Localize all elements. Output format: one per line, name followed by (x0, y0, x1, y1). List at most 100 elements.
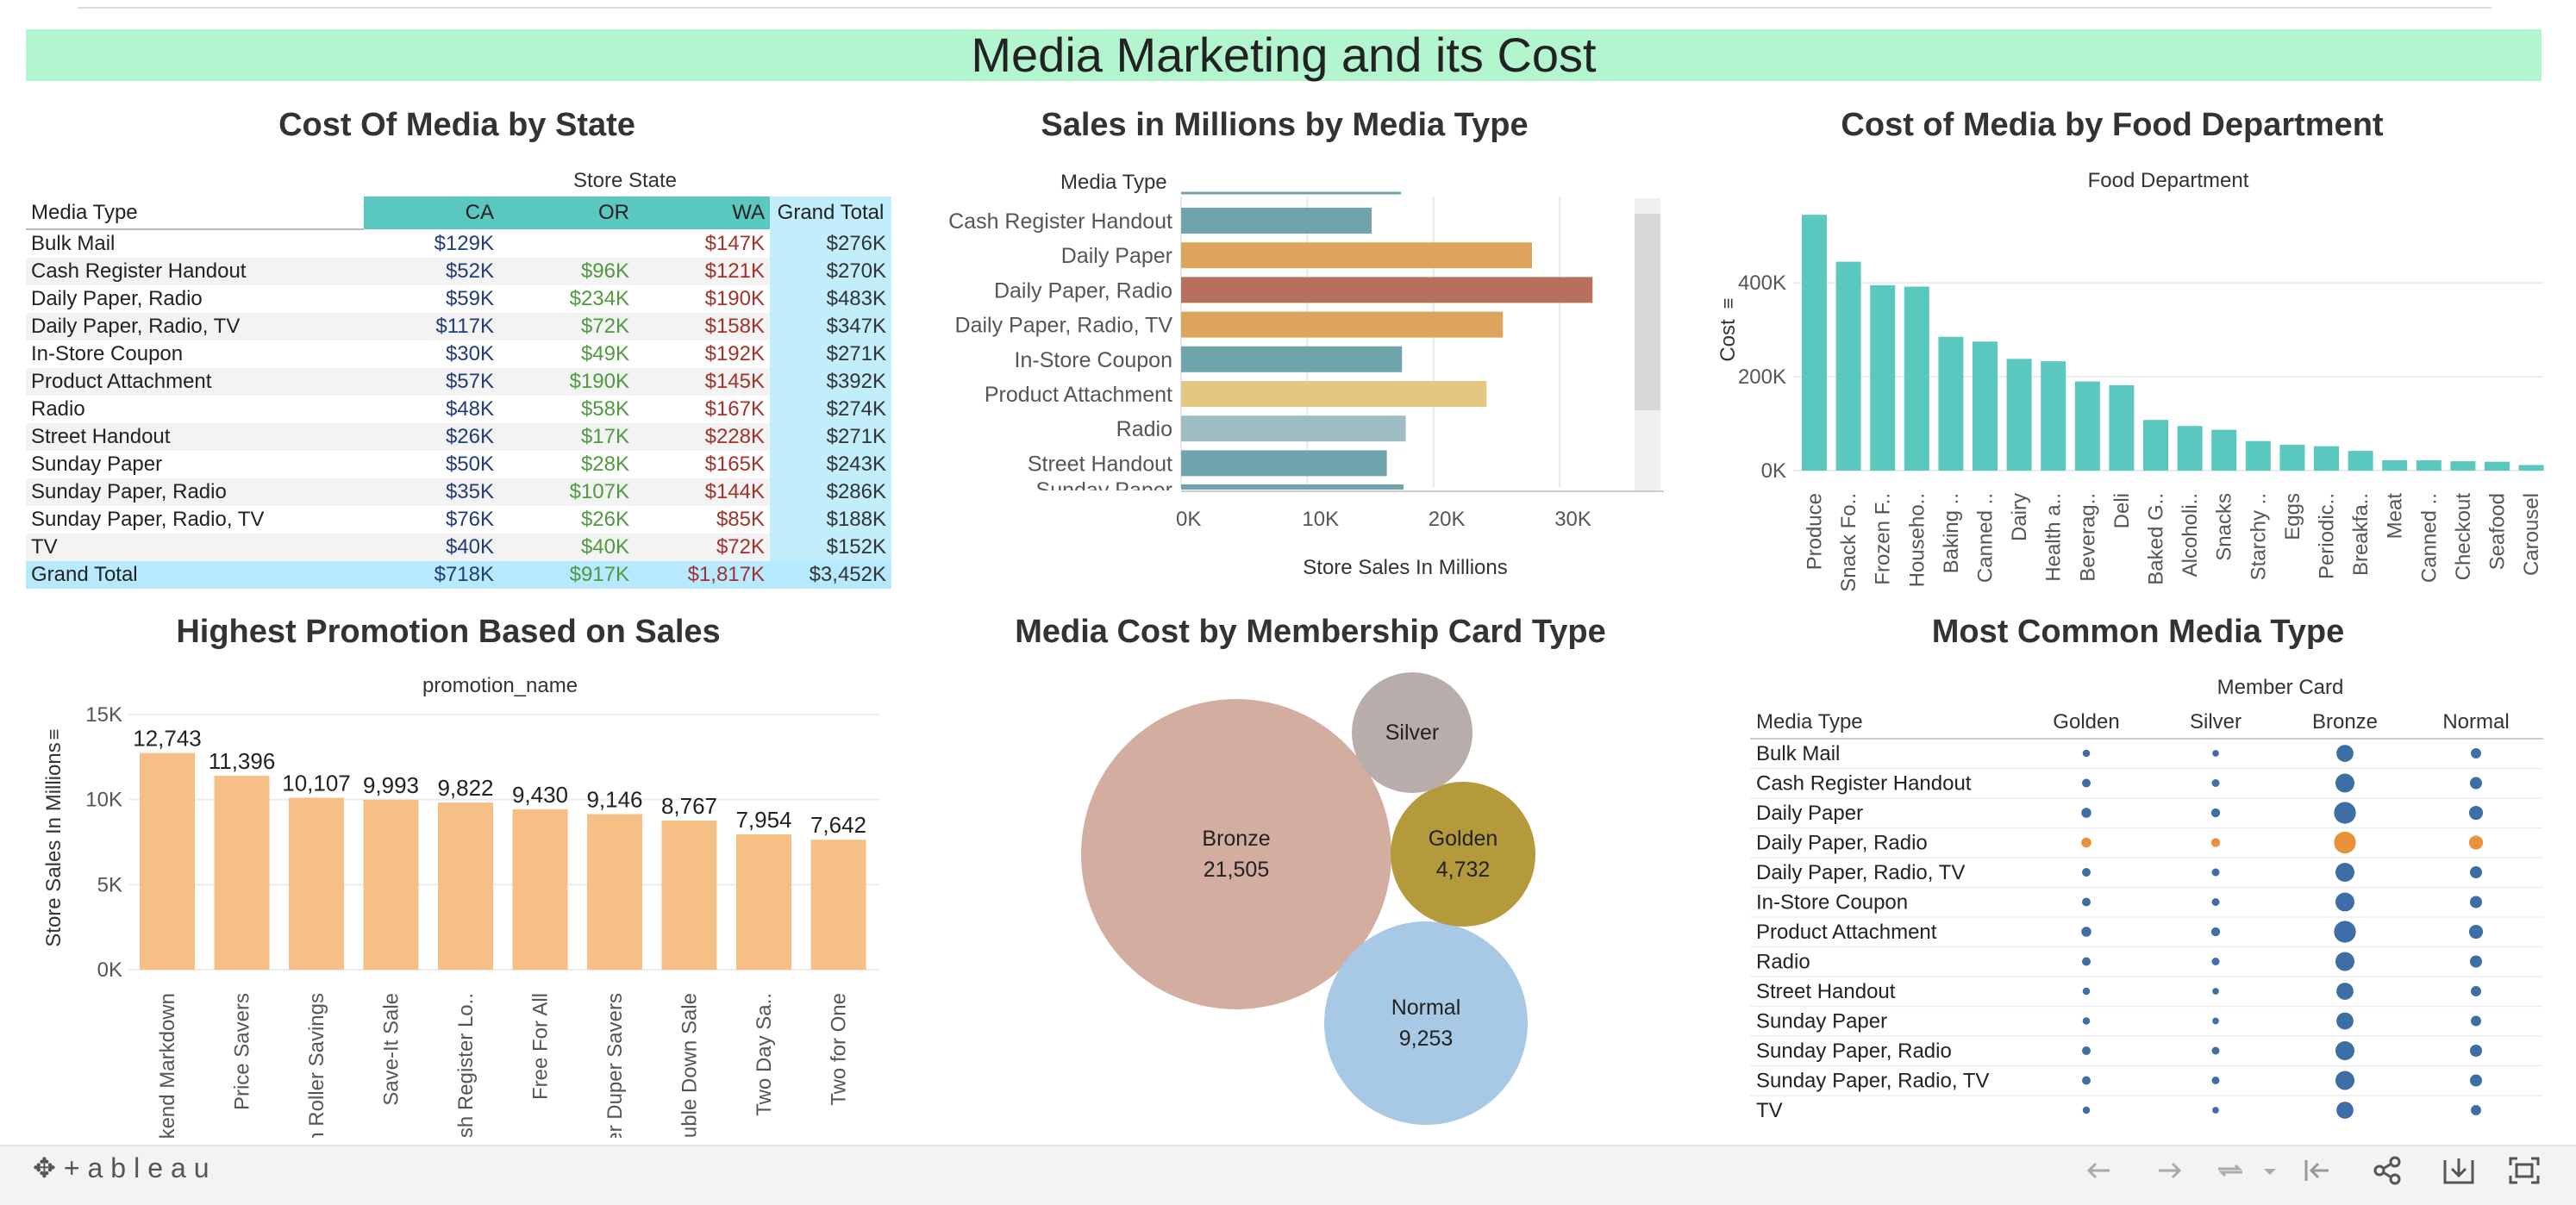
crosstab-cell: $121K (704, 259, 765, 283)
food-dept-title: Cost of Media by Food Department (1841, 107, 2384, 143)
crosstab-row-label: Radio (31, 397, 85, 421)
category-label: Price Savers (231, 993, 254, 1110)
bar (214, 776, 270, 970)
row-label: Product Attachment (1756, 921, 1937, 944)
bar (512, 809, 568, 970)
bar (2382, 460, 2408, 471)
crosstab-row-label: Street Handout (31, 425, 171, 448)
dot-mark (2335, 1041, 2354, 1060)
sales-media-title: Sales in Millions by Media Type (1041, 107, 1529, 143)
crosstab-cell: $28K (580, 453, 629, 476)
crosstab-cell: $145K (704, 370, 765, 393)
bar (587, 814, 642, 970)
crosstab-row[interactable]: Product Attachment $57K $190K $145K $392K (26, 368, 891, 396)
row-label: Street Handout (1756, 980, 1896, 1003)
download-icon[interactable] (2440, 1153, 2478, 1188)
data-label: 9,822 (437, 775, 493, 801)
share-icon[interactable] (2369, 1153, 2407, 1188)
undo-icon[interactable] (2080, 1153, 2118, 1188)
dot-mark (2471, 1105, 2481, 1115)
tableau-toolbar (0, 1145, 2576, 1205)
tableau-logo[interactable]: ✥+ableau (33, 1152, 217, 1184)
bar (2041, 361, 2066, 471)
common-media-chart: Media Type Golden Silver Bronze Normal Bulk M… (1750, 710, 2543, 1122)
crosstab-row[interactable]: Bulk Mail $129K $147K $276K (26, 229, 891, 258)
crosstab-row[interactable]: TV $40K $40K $72K $152K (26, 534, 891, 561)
crosstab-row[interactable]: Sunday Paper, Radio, TV $76K $26K $85K $188K (26, 506, 891, 534)
crosstab-cell: $26K (580, 508, 629, 531)
revert-dropdown-icon[interactable] (2259, 1153, 2281, 1188)
bar (2211, 429, 2237, 471)
bar (1181, 208, 1372, 234)
crosstab-col-or: OR (499, 197, 635, 229)
bar (1181, 277, 1593, 303)
crosstab-row[interactable]: Street Handout $26K $17K $228K $271K (26, 423, 891, 451)
bar (1938, 336, 1964, 471)
crosstab-title: Cost Of Media by State (278, 107, 635, 143)
crosstab-row[interactable]: Radio $48K $58K $167K $274K (26, 396, 891, 423)
fullscreen-icon[interactable] (2505, 1153, 2543, 1188)
bar (2348, 451, 2373, 471)
dot-mark (2211, 898, 2220, 906)
dot-mark (2468, 805, 2484, 821)
data-label: 12,743 (133, 726, 202, 752)
crosstab-row[interactable]: Daily Paper, Radio $59K $234K $190K $483K (26, 285, 891, 313)
crosstab-cell: $270K (770, 258, 891, 285)
row-header: Media Type (1756, 710, 1863, 734)
redo-icon[interactable] (2150, 1153, 2188, 1188)
crosstab-row[interactable]: Cash Register Handout $52K $96K $121K $270K (26, 258, 891, 285)
crosstab-cell: $192K (704, 342, 765, 365)
category-label: Baked G.. (2145, 493, 2168, 585)
bar (2245, 440, 2271, 471)
crosstab-cell: $30K (445, 342, 494, 365)
crosstab-total-row: Grand Total $718K $917K $1,817K $3,452K (26, 561, 891, 589)
crosstab-row[interactable]: Daily Paper, Radio, TV $117K $72K $158K $347… (26, 313, 891, 340)
category-label: Cash Register Lo.. (454, 993, 478, 1138)
y-tick-label: 5K (97, 873, 122, 896)
crosstab-cell: $52K (445, 259, 494, 283)
revert-icon[interactable] (2211, 1153, 2249, 1188)
category-label: Radio (1116, 417, 1172, 441)
crosstab-cell: $17K (580, 425, 629, 448)
crosstab-cell: $129K (434, 231, 494, 255)
dot-mark (2211, 958, 2220, 965)
category-label: Daily Paper, Radio (994, 278, 1172, 303)
y-tick-label: 15K (85, 703, 122, 727)
data-label: 8,767 (661, 793, 717, 819)
dot-mark (2211, 1046, 2220, 1055)
dot-mark (2082, 1046, 2091, 1055)
category-label: Beverag.. (2076, 493, 2099, 582)
dot-mark (2471, 1015, 2481, 1027)
crosstab-row[interactable]: In-Store Coupon $30K $49K $192K $271K (26, 340, 891, 368)
bar (1870, 284, 1896, 471)
crosstab-cell: $243K (770, 451, 891, 478)
row-label: Sunday Paper (1756, 1010, 1887, 1033)
dot-mark (2334, 831, 2356, 854)
dot-mark (2470, 955, 2482, 968)
category-label: Produce (1804, 493, 1827, 570)
row-label: Daily Paper (1756, 802, 1863, 825)
dashboard-title: Media Marketing and its Cost (26, 29, 2542, 81)
crosstab-cell: $59K (445, 287, 494, 310)
dot-mark (2470, 777, 2482, 790)
category-label: Daily Paper (1061, 244, 1172, 268)
y-axis-title: Store Sales In Millions (42, 742, 66, 946)
bar (1835, 261, 1861, 471)
dot-mark (2082, 868, 2091, 877)
category-label: Two for One (828, 993, 851, 1106)
row-label: Sunday Paper, Radio (1756, 1040, 1952, 1063)
crosstab-cell: $152K (770, 534, 891, 561)
bar (2006, 359, 2032, 471)
y-tick-label: 200K (1738, 365, 1786, 389)
category-label: Starchy .. (2247, 493, 2270, 580)
bar (810, 840, 866, 970)
dot-mark (2212, 988, 2219, 995)
row-label: Daily Paper, Radio, TV (1756, 861, 1965, 884)
category-label: Frozen F.. (1872, 493, 1895, 585)
crosstab-row[interactable]: Sunday Paper $50K $28K $165K $243K (26, 451, 891, 478)
crosstab-cell: $85K (716, 508, 765, 531)
crosstab-row[interactable]: Sunday Paper, Radio $35K $107K $144K $286K (26, 478, 891, 506)
reset-icon[interactable] (2298, 1153, 2335, 1188)
y-tick-label: 400K (1738, 272, 1786, 295)
data-label: 7,954 (735, 807, 791, 833)
